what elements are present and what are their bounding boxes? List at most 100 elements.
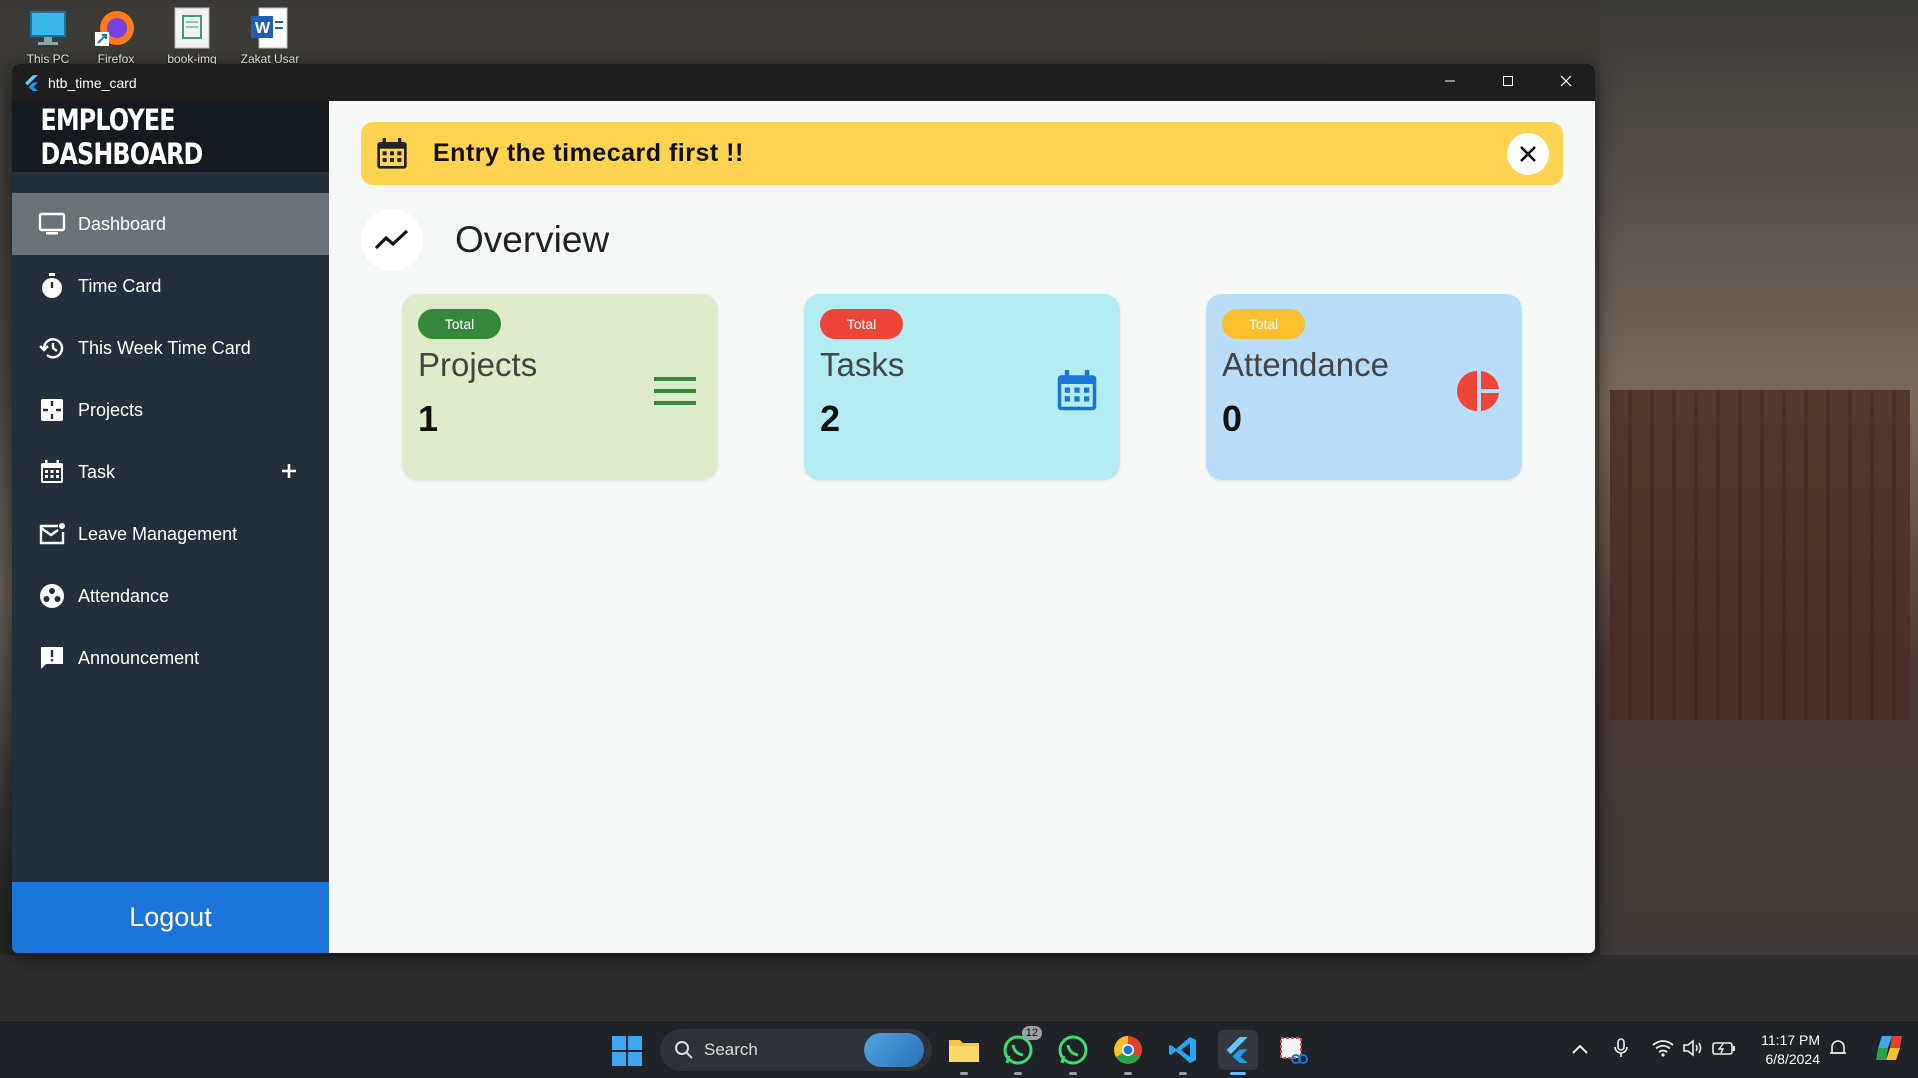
sidebar-item-label: Dashboard [78,213,167,234]
close-icon [1520,145,1536,162]
close-window-button[interactable] [1537,64,1595,101]
projects-icon [38,396,66,424]
maximize-button[interactable] [1479,64,1537,101]
whatsapp-business-button[interactable] [1053,1030,1093,1075]
logout-button[interactable]: Logout [12,882,329,953]
mail-notification-icon [38,520,66,548]
sidebar-item-time-card[interactable]: Time Card [12,255,329,317]
windows-icon [612,1036,642,1066]
sidebar-menu: Dashboard Time Card This Week Time Card … [12,193,329,689]
sidebar-item-attendance[interactable]: Attendance [12,565,329,627]
monitor-icon [25,6,71,50]
taskbar-clock[interactable]: 11:17 PM 6/8/2024 [1748,1031,1820,1069]
search-highlight-image [864,1033,924,1067]
maximize-icon [1502,74,1514,92]
window-title: htb_time_card [48,74,137,91]
sidebar-item-label: Time Card [78,275,162,296]
notification-area [1828,1021,1904,1078]
taskbar-search[interactable]: Search [660,1029,932,1071]
flutter-logo-icon [24,74,40,91]
flutter-logo-icon [1226,1037,1248,1063]
microphone-icon[interactable] [1614,1037,1636,1063]
brand-title: EMPLOYEE DASHBOARD [40,102,204,171]
card-title: Projects [418,346,538,383]
card-value: 0 [1222,398,1243,439]
menu-lines-icon [652,368,698,414]
sidebar-item-this-week-time-card[interactable]: This Week Time Card [12,317,329,379]
attendance-icon [38,582,66,610]
attendance-summary-card[interactable]: Total Attendance 0 [1206,294,1522,480]
taskbar: Search 12 11:17 PM 6/8/2024 [0,1020,1918,1078]
desktop-icon-word-document[interactable]: W Zakat Usar [240,4,300,66]
sidebar-item-projects[interactable]: Projects [12,379,329,441]
desktop-icon-this-pc[interactable]: This PC [18,4,78,66]
sidebar-item-task[interactable]: Task [12,441,329,503]
plus-icon [282,464,296,478]
minimize-button[interactable] [1421,64,1479,101]
pie-chart-icon [1456,368,1502,414]
firefox-icon [93,6,139,50]
battery-icon[interactable] [1712,1040,1738,1061]
desktop-icon-book-img[interactable]: book-img [162,4,222,66]
start-button[interactable] [612,1036,642,1066]
stopwatch-icon [38,272,66,300]
system-tray [1572,1021,1738,1078]
sidebar: EMPLOYEE DASHBOARD Dashboard Time Card T… [12,101,329,953]
vscode-button[interactable] [1163,1030,1203,1075]
chrome-icon [1114,1036,1142,1064]
whatsapp-icon [1058,1035,1088,1065]
chevron-up-icon[interactable] [1572,1041,1594,1059]
projects-summary-card[interactable]: Total Projects 1 [402,294,718,480]
close-icon [1560,74,1572,92]
trending-up-icon [361,209,423,271]
add-task-button[interactable] [275,457,303,485]
card-value: 1 [418,398,439,439]
minimize-icon [1444,74,1456,92]
sidebar-item-dashboard[interactable]: Dashboard [12,193,329,255]
snipping-tool-button[interactable] [1273,1030,1313,1070]
window-titlebar[interactable]: htb_time_card [12,64,1595,101]
sidebar-item-label: Projects [78,399,144,420]
file-explorer-button[interactable] [944,1030,984,1075]
copilot-icon[interactable] [1874,1034,1904,1067]
sidebar-item-leave-management[interactable]: Leave Management [12,503,329,565]
total-badge: Total [418,309,501,339]
notification-badge: 12 [1021,1026,1042,1040]
volume-icon[interactable] [1682,1038,1706,1062]
monitor-icon [38,210,66,238]
desktop-background-ground [0,955,1918,1020]
main-content: Entry the timecard first !! Overview Tot… [329,101,1595,953]
card-title: Attendance [1222,346,1389,383]
card-value: 2 [820,398,841,439]
clock-time: 11:17 PM [1761,1032,1820,1048]
calendar-icon [375,137,409,171]
sidebar-item-label: Task [78,461,116,482]
search-icon [674,1040,694,1060]
whatsapp-button[interactable]: 12 [998,1026,1042,1075]
word-document-icon: W [247,6,293,50]
announcement-icon [38,644,66,672]
banner-close-button[interactable] [1507,132,1549,175]
chrome-button[interactable] [1108,1030,1148,1075]
calendar-icon [38,458,66,486]
banner-text: Entry the timecard first !! [433,139,744,167]
clock-date: 6/8/2024 [1765,1051,1821,1067]
sidebar-item-announcement[interactable]: Announcement [12,627,329,689]
sidebar-item-label: Announcement [78,647,200,668]
notification-bell-icon[interactable] [1828,1038,1852,1063]
snipping-tool-icon [1280,1037,1308,1064]
desktop-icon-firefox[interactable]: Firefox [86,4,146,66]
card-title: Tasks [820,346,905,383]
sidebar-item-label: Attendance [78,585,170,606]
tasks-summary-card[interactable]: Total Tasks 2 [804,294,1120,480]
wifi-icon[interactable] [1652,1039,1676,1062]
overview-header: Overview [361,209,609,271]
page-title: Overview [455,219,610,260]
sidebar-item-label: This Week Time Card [78,337,251,358]
document-icon [169,6,215,50]
flutter-app-button[interactable] [1218,1030,1258,1075]
svg-text:W: W [255,20,271,37]
desktop-background-containers [1610,390,1910,720]
sidebar-item-label: Leave Management [78,523,238,544]
history-icon [38,334,66,362]
